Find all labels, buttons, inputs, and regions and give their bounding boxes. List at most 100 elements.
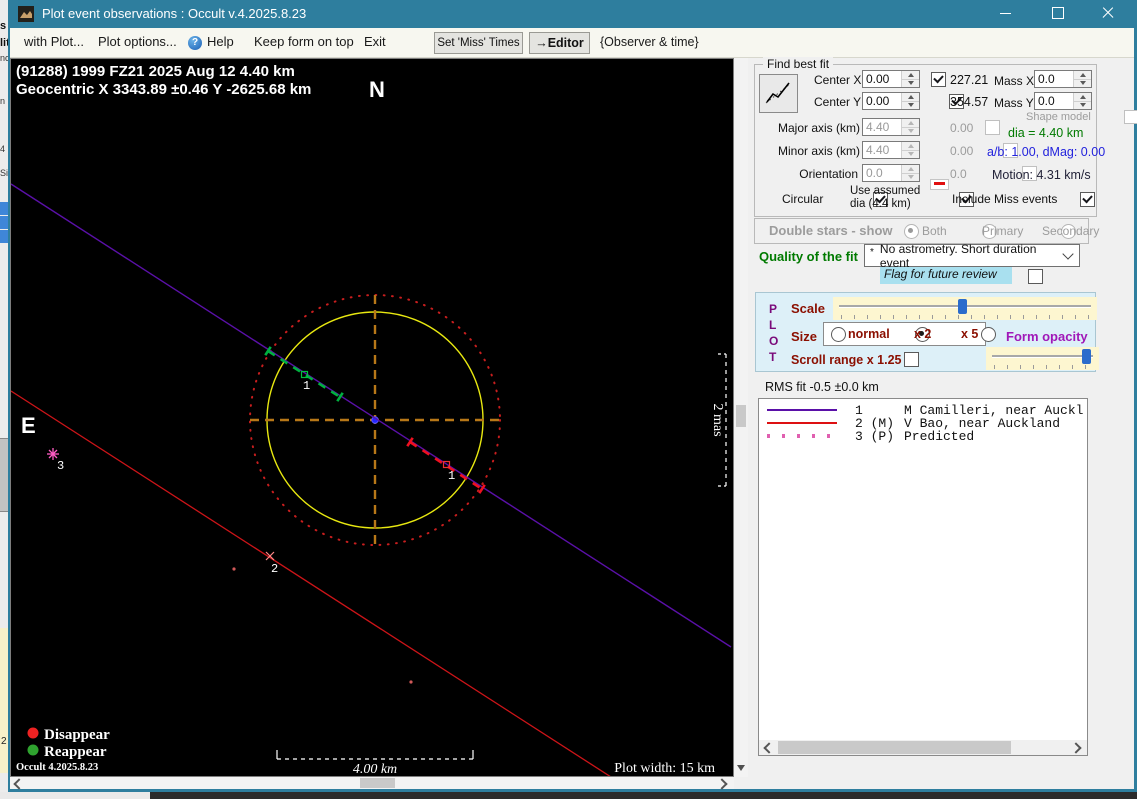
window-title: Plot event observations : Occult v.4.202… — [42, 6, 307, 21]
minor-axis-spinner: 4.40 — [862, 141, 920, 159]
scale-slider-thumb[interactable] — [958, 299, 967, 314]
scroll-right-arrow[interactable] — [716, 778, 728, 790]
flag-review-label: Flag for future review — [884, 267, 997, 281]
north-label: N — [369, 77, 385, 102]
menu-with-plot[interactable]: with Plot... — [24, 28, 84, 56]
mass-y-spinner[interactable]: 0.0 — [1034, 92, 1092, 110]
fit-227-label: 227.21 — [950, 73, 989, 87]
scale-label: Scale — [791, 301, 825, 316]
scroll-left-arrow[interactable] — [13, 778, 25, 790]
close-icon — [1102, 7, 1114, 19]
center-y-spinner[interactable]: 0.00 — [862, 92, 920, 110]
size-normal-label: normal — [848, 327, 890, 341]
shape-model-checkbox[interactable] — [1123, 110, 1137, 124]
center-x-spin-buttons[interactable] — [901, 71, 919, 87]
double-stars-title: Double stars - show — [769, 223, 893, 238]
vertical-scrollbar-thumb[interactable] — [736, 405, 746, 427]
center-x-value[interactable]: 0.00 — [863, 71, 901, 87]
minimize-icon — [999, 12, 1011, 14]
center-x-spinner[interactable]: 0.00 — [862, 70, 920, 88]
chord2-line — [10, 390, 612, 778]
plot-canvas[interactable]: 1 1 2 3 (91288) 1999 FZ21 2025 Aug 12 4.… — [10, 59, 733, 778]
size-x5-radio[interactable] — [980, 327, 996, 342]
both-label: Both — [922, 224, 947, 238]
observer-row[interactable]: 2 (M) V Bao, near Auckland — [759, 416, 1087, 431]
observer-list[interactable]: 1 M Camilleri, near Auckl 2 (M) V Bao, n… — [758, 398, 1088, 756]
east-label: E — [21, 413, 36, 438]
bg-selection-rows — [0, 202, 8, 215]
menu-bar: with Plot... Plot options... ? Help Keep… — [10, 28, 1134, 58]
minor-opt-label: 0.00 — [950, 144, 974, 158]
mass-x-spinner[interactable]: 0.0 — [1034, 70, 1092, 88]
flag-review-highlight: Flag for future review — [880, 267, 1012, 284]
observer-time-label: {Observer & time} — [600, 35, 699, 49]
reappear-legend-dot — [27, 744, 39, 756]
maximize-icon — [1052, 7, 1064, 19]
scale-slider[interactable] — [833, 297, 1097, 320]
quality-dropdown[interactable]: * No astrometry. Short duration event — [864, 242, 1080, 270]
include-miss-checkbox[interactable] — [1079, 192, 1095, 207]
plot-horizontal-scrollbar[interactable] — [10, 777, 734, 790]
center-y-value[interactable]: 0.00 — [863, 93, 901, 109]
mass-y-spin-buttons[interactable] — [1073, 93, 1091, 109]
menu-help[interactable]: Help — [207, 28, 234, 56]
list-scroll-right-arrow[interactable] — [1070, 742, 1082, 754]
size-normal-radio[interactable] — [831, 327, 846, 342]
bg-fragment: n — [0, 96, 6, 106]
plot-vertical-scrollbar[interactable] — [734, 58, 748, 777]
observer-row[interactable]: 3 (P) Predicted — [759, 429, 1087, 444]
scale-bar-label: 4.00 km — [353, 762, 397, 776]
secondary-label: Secondary — [1042, 224, 1100, 238]
list-scrollbar-thumb[interactable] — [778, 741, 1011, 754]
screen: s lit nc n 4 Si 2 Plot event observation… — [0, 0, 1137, 799]
list-scroll-left-arrow[interactable] — [763, 742, 775, 754]
menu-keep-form-on-top[interactable]: Keep form on top — [254, 28, 354, 56]
minimize-button[interactable] — [982, 0, 1028, 26]
horizontal-scrollbar-thumb[interactable] — [360, 778, 395, 788]
dropdown-chevron-icon[interactable] — [1062, 247, 1074, 260]
fit-354-label: 354.57 — [950, 95, 989, 109]
bg-fragment: 4 — [0, 144, 6, 154]
chord1-swatch — [767, 409, 837, 412]
major-axis-label: Major axis (km) — [778, 121, 861, 135]
maximize-button[interactable] — [1035, 0, 1081, 26]
plot-letter-l: L — [769, 318, 777, 332]
major-opt-label: 0.00 — [950, 121, 974, 135]
use-assumed-line1: Use assumed — [850, 185, 921, 197]
predicted-dot — [409, 680, 413, 684]
center-y-spin-buttons[interactable] — [901, 93, 919, 109]
mass-y-value[interactable]: 0.0 — [1035, 93, 1073, 109]
mass-x-value[interactable]: 0.0 — [1035, 71, 1073, 87]
quality-prefix: * — [870, 247, 874, 258]
observer-name: Predicted — [904, 429, 975, 444]
find-best-fit-button[interactable] — [759, 74, 798, 113]
shape-model-label: Shape model — [1026, 111, 1091, 123]
form-opacity-slider[interactable] — [986, 347, 1099, 370]
plot-title-line2: Geocentric X 3343.89 ±0.46 Y -2625.68 km — [16, 81, 311, 98]
chord1-disappear-label: 1 — [448, 469, 455, 483]
orientation-label: Orientation — [799, 167, 858, 181]
best-fit-chart-icon — [765, 82, 791, 104]
both-radio — [904, 224, 919, 239]
close-button[interactable] — [1085, 0, 1131, 26]
menu-exit[interactable]: Exit — [364, 28, 386, 56]
menu-plot-options[interactable]: Plot options... — [98, 28, 177, 56]
editor-button[interactable]: →Editor — [529, 32, 590, 54]
mass-x-spin-buttons[interactable] — [1073, 71, 1091, 87]
center-x-label: Center X — [814, 73, 862, 87]
set-miss-times-button[interactable]: Set 'Miss' Times — [434, 32, 523, 54]
observer-row[interactable]: 1 M Camilleri, near Auckl — [759, 403, 1087, 418]
flag-review-checkbox[interactable] — [1028, 269, 1044, 284]
plot-controls-panel: P L O T Scale Size normal x 2 x 5 Form o… — [755, 292, 1099, 372]
observer-list-scrollbar[interactable] — [759, 740, 1087, 755]
form-opacity-thumb[interactable] — [1082, 349, 1091, 364]
fit-227-checkbox[interactable] — [931, 72, 946, 87]
form-opacity-track[interactable] — [992, 355, 1093, 358]
scroll-range-checkbox[interactable] — [904, 352, 919, 367]
plot-letter-o: O — [769, 334, 779, 348]
red-line-indicator — [930, 179, 949, 190]
scroll-down-arrow[interactable] — [737, 765, 745, 771]
major-axis-spinner: 4.40 — [862, 118, 920, 136]
title-bar[interactable]: Plot event observations : Occult v.4.202… — [10, 0, 1134, 28]
mass-y-label: Mass Y — [994, 96, 1034, 110]
